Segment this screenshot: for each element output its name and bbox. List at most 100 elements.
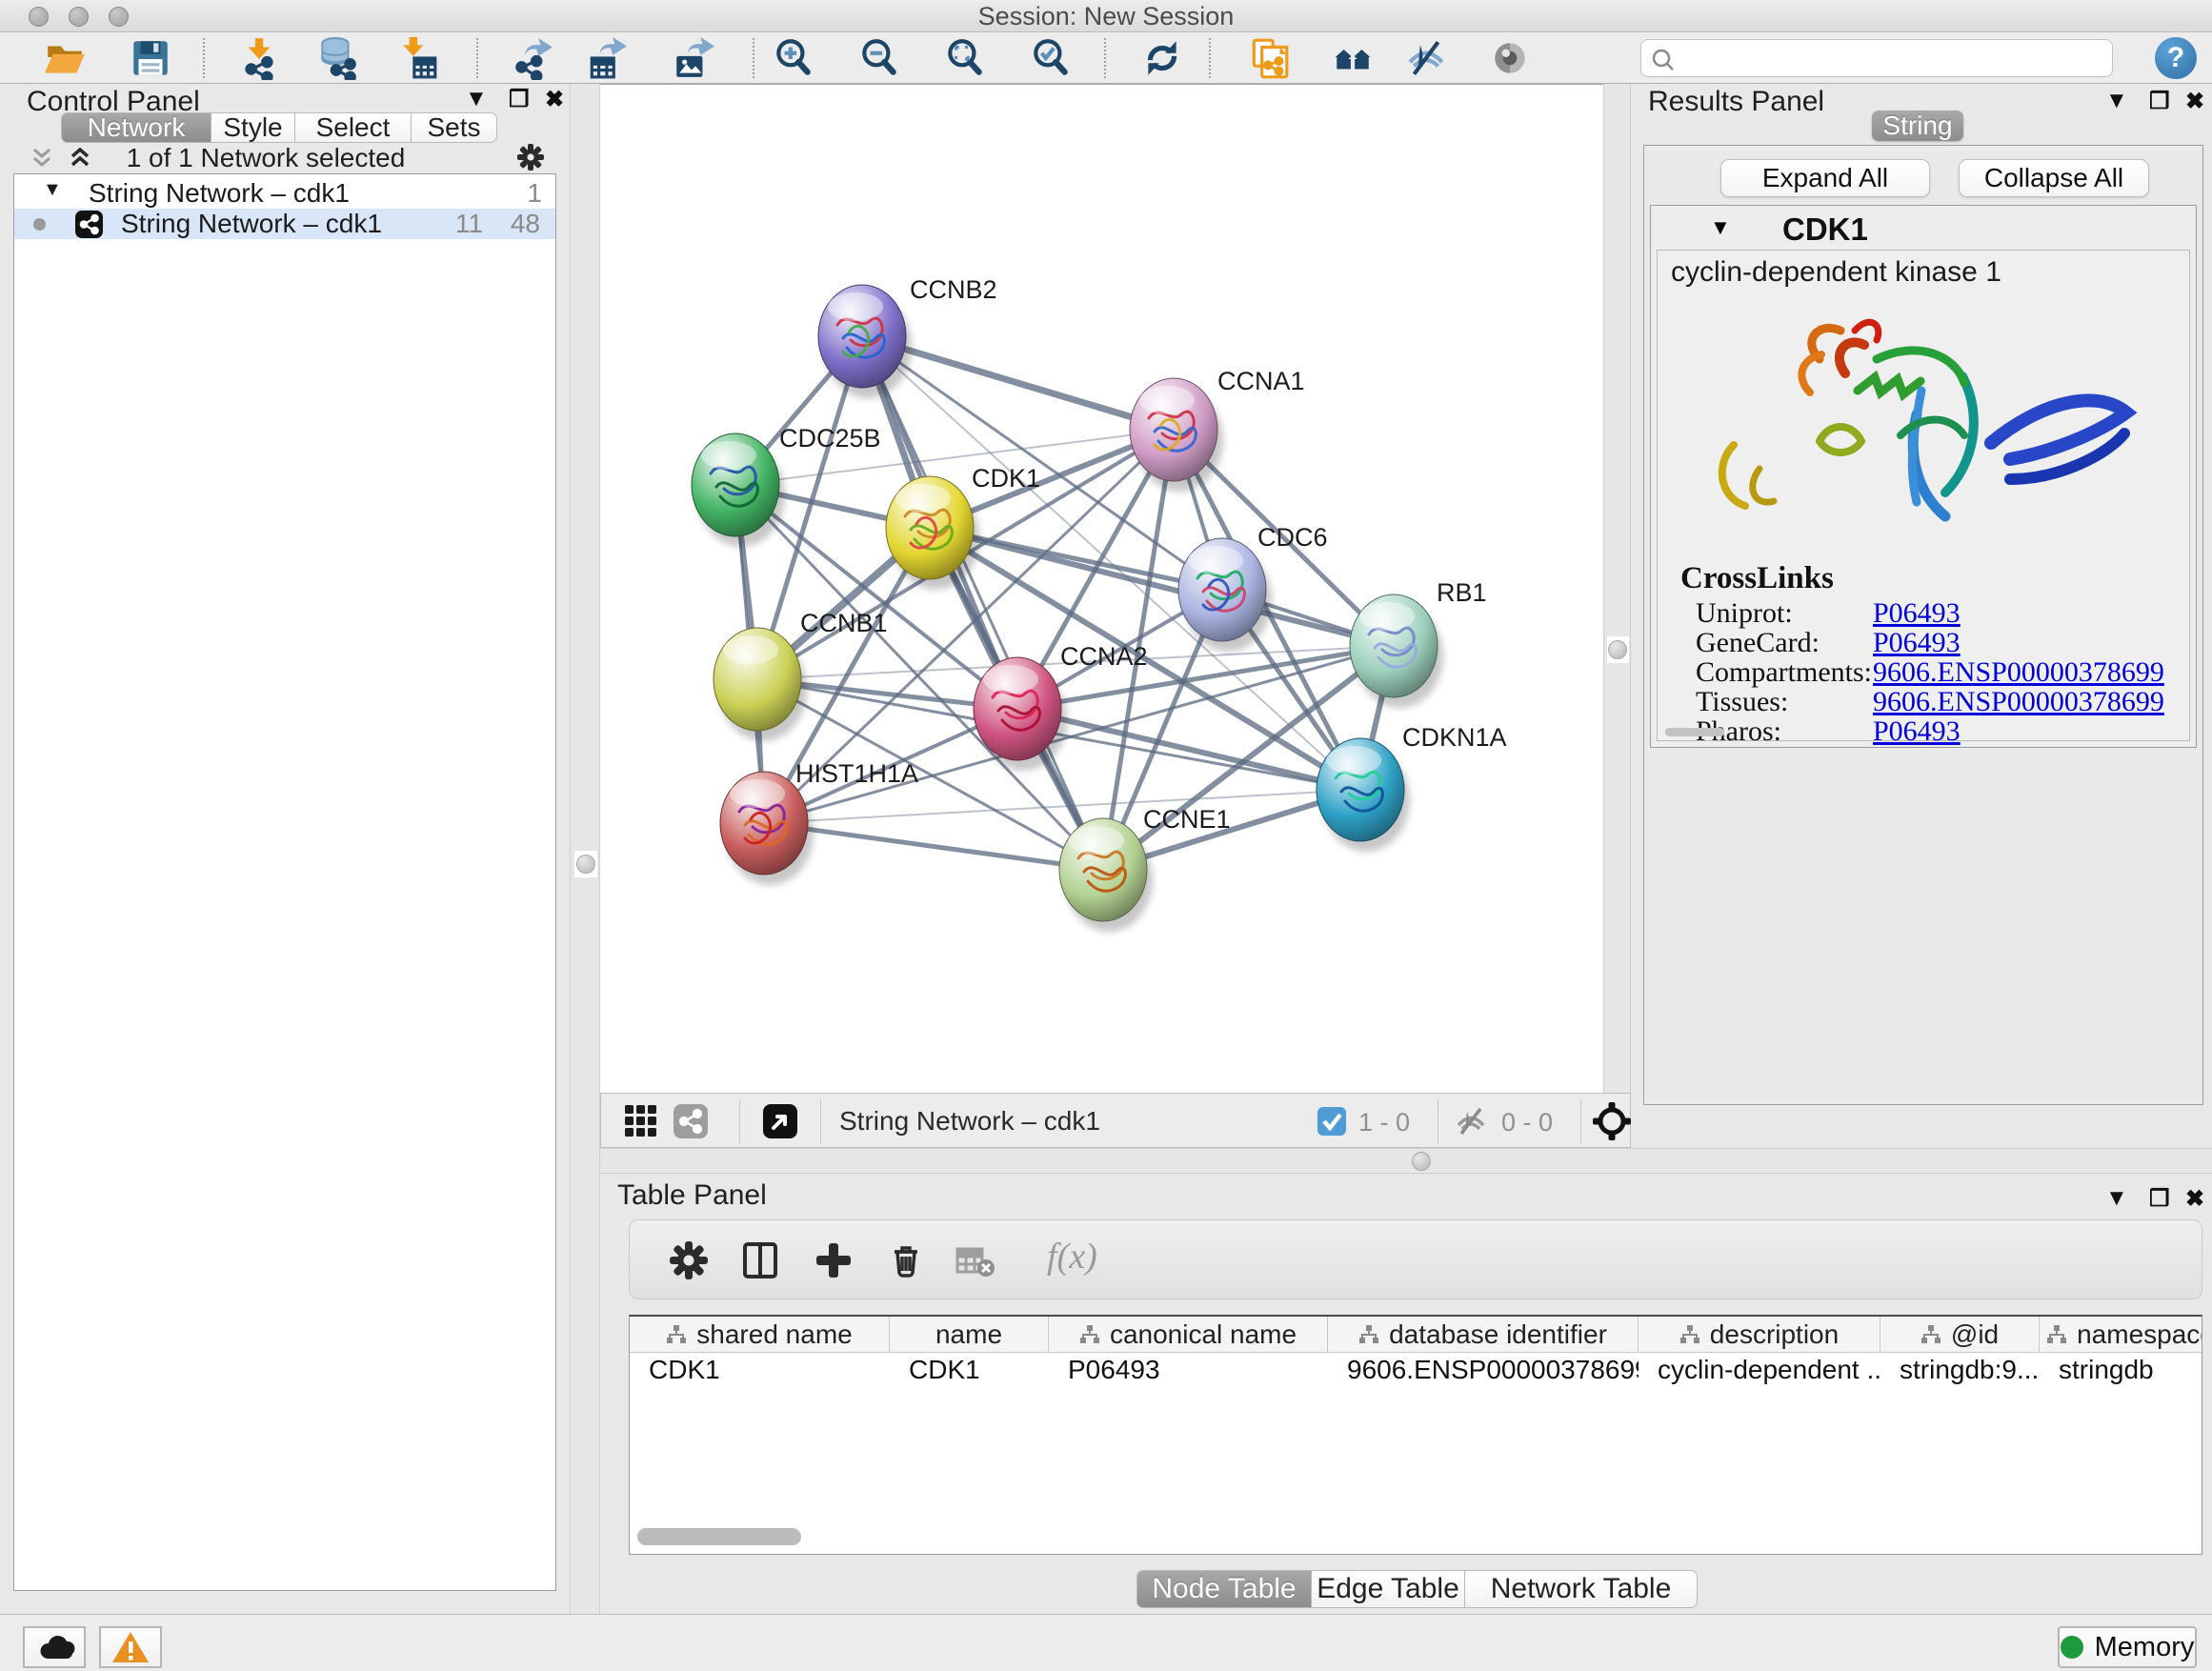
- network-collection-row[interactable]: ▼ String Network – cdk1 1: [14, 178, 555, 209]
- column-header[interactable]: name: [890, 1317, 1049, 1353]
- window-title: Session: New Session: [0, 0, 2212, 32]
- memory-button[interactable]: Memory: [2058, 1626, 2197, 1668]
- table-cell[interactable]: cyclin-dependent ...: [1639, 1353, 1880, 1387]
- right-splitter-handle[interactable]: [1608, 640, 1627, 659]
- show-columns-icon[interactable]: [739, 1239, 781, 1281]
- panel-menu-icon[interactable]: ▼: [2105, 1185, 2128, 1212]
- node-label: CCNA2: [1060, 642, 1148, 671]
- node-label: CCNB2: [910, 275, 997, 304]
- open-session-icon[interactable]: [43, 36, 87, 80]
- warning-status-button[interactable]: [99, 1626, 162, 1668]
- table-horizontal-scrollbar[interactable]: [637, 1528, 801, 1545]
- tab-network-table[interactable]: Network Table: [1465, 1570, 1698, 1608]
- tab-network[interactable]: Network: [61, 112, 211, 143]
- tab-node-table[interactable]: Node Table: [1136, 1570, 1312, 1608]
- network-graph[interactable]: CCNB2CCNA1CDC25BCDK1CDC6RB1CCNB1CCNA2CDK…: [600, 85, 1603, 1094]
- zoom-fit-icon[interactable]: [943, 36, 987, 80]
- left-splitter-handle[interactable]: [576, 855, 595, 874]
- close-panel-icon[interactable]: ✖: [545, 86, 564, 113]
- delete-table-icon: [954, 1239, 995, 1281]
- crosslink-link[interactable]: 9606.ENSP00000378699: [1873, 656, 2164, 689]
- crosslink-link[interactable]: P06493: [1873, 715, 1961, 748]
- tab-select[interactable]: Select: [295, 112, 412, 143]
- node-table: shared namenamecanonical namedatabase id…: [629, 1315, 2202, 1555]
- table-cell[interactable]: stringdb: [2040, 1353, 2202, 1387]
- tab-style[interactable]: Style: [211, 112, 295, 143]
- node-label: CDKN1A: [1402, 723, 1507, 752]
- float-panel-icon[interactable]: ❒: [2149, 88, 2170, 115]
- eye-slash-icon[interactable]: [1404, 36, 1448, 80]
- column-header[interactable]: database identifier: [1328, 1317, 1639, 1353]
- tab-edge-table[interactable]: Edge Table: [1312, 1570, 1465, 1608]
- crosslink-link[interactable]: 9606.ENSP00000378699: [1873, 686, 2164, 718]
- protein-description: cyclin-dependent kinase 1: [1671, 256, 2001, 289]
- eye-icon[interactable]: [1488, 36, 1532, 80]
- share-network-icon[interactable]: [674, 1104, 708, 1138]
- birdseye-grid-icon[interactable]: [624, 1104, 658, 1138]
- cloud-status-button[interactable]: [23, 1626, 86, 1668]
- table-splitter-handle[interactable]: [1412, 1152, 1431, 1171]
- network-selection-summary: 1 of 1 Network selected: [0, 143, 532, 173]
- add-column-icon[interactable]: [813, 1239, 855, 1281]
- selected-checkbox-icon[interactable]: [1317, 1107, 1346, 1136]
- column-header[interactable]: shared name: [630, 1317, 890, 1353]
- panel-menu-icon[interactable]: ▼: [2105, 88, 2128, 114]
- network-row-selected[interactable]: String Network – cdk1 11 48: [14, 209, 555, 239]
- pages-share-icon[interactable]: [1247, 36, 1291, 80]
- table-cell[interactable]: 9606.ENSP00000378699: [1328, 1353, 1639, 1387]
- table-splitter[interactable]: [600, 1148, 2212, 1174]
- node-label: CDC25B: [779, 424, 881, 453]
- panel-menu-icon[interactable]: ▼: [465, 86, 488, 112]
- left-splitter[interactable]: [570, 84, 600, 1614]
- open-view-icon[interactable]: [763, 1104, 797, 1138]
- crosslink-link[interactable]: P06493: [1873, 597, 1961, 630]
- zoom-selected-icon[interactable]: [1029, 36, 1073, 80]
- collapse-all-button[interactable]: Collapse All: [1959, 159, 2149, 197]
- tab-sets[interactable]: Sets: [412, 112, 497, 143]
- export-table-icon[interactable]: [586, 36, 630, 80]
- search-input[interactable]: [1683, 42, 2102, 74]
- column-header[interactable]: @id: [1880, 1317, 2040, 1353]
- table-cell[interactable]: P06493: [1049, 1353, 1328, 1387]
- table-cell[interactable]: CDK1: [890, 1353, 1049, 1387]
- table-cell[interactable]: stringdb:9...: [1880, 1353, 2040, 1387]
- close-panel-icon[interactable]: ✖: [2185, 1185, 2204, 1213]
- birdseye-toggle-crosshair-icon[interactable]: [1592, 1101, 1632, 1141]
- network-view-canvas[interactable]: CCNB2CCNA1CDC25BCDK1CDC6RB1CCNB1CCNA2CDK…: [600, 84, 1603, 1093]
- column-header[interactable]: description: [1639, 1317, 1880, 1353]
- expand-all-button[interactable]: Expand All: [1720, 159, 1930, 197]
- card-scrollbar[interactable]: [1665, 728, 1724, 736]
- close-panel-icon[interactable]: ✖: [2185, 88, 2204, 115]
- float-panel-icon[interactable]: ❒: [2149, 1185, 2170, 1213]
- network-options-gear-icon[interactable]: [516, 143, 545, 171]
- table-options-gear-icon[interactable]: [668, 1239, 710, 1281]
- crosslink-row: Pharos:P06493: [1696, 715, 2182, 745]
- node-label: CDC6: [1257, 523, 1328, 552]
- tab-string[interactable]: String: [1872, 111, 1963, 141]
- import-database-icon[interactable]: [315, 36, 359, 80]
- column-header[interactable]: namespace: [2040, 1317, 2202, 1353]
- zoom-in-icon[interactable]: [772, 36, 815, 80]
- tree-collapse-icon[interactable]: ▼: [43, 179, 62, 201]
- import-table-icon[interactable]: [395, 36, 439, 80]
- node-label: HIST1H1A: [795, 759, 918, 788]
- column-header[interactable]: canonical name: [1049, 1317, 1328, 1353]
- crosslinks-heading: CrossLinks: [1680, 561, 1834, 596]
- right-splitter[interactable]: [1603, 84, 1631, 1093]
- refresh-icon[interactable]: [1140, 36, 1184, 80]
- import-network-icon[interactable]: [237, 36, 281, 80]
- toolbar-separator: [1209, 38, 1211, 78]
- crosslink-label: Tissues:: [1696, 686, 1788, 717]
- float-panel-icon[interactable]: ❒: [509, 86, 530, 113]
- export-network-icon[interactable]: [511, 36, 554, 80]
- crosslink-link[interactable]: P06493: [1873, 627, 1961, 659]
- double-house-icon[interactable]: [1331, 36, 1375, 80]
- card-collapse-icon[interactable]: ▼: [1710, 215, 1731, 240]
- save-session-icon[interactable]: [129, 36, 172, 80]
- export-image-icon[interactable]: [672, 36, 715, 80]
- zoom-out-icon[interactable]: [857, 36, 901, 80]
- table-cell[interactable]: CDK1: [630, 1353, 890, 1387]
- delete-column-trash-icon[interactable]: [885, 1239, 927, 1281]
- table-row[interactable]: CDK1CDK1P064939606.ENSP00000378699cyclin…: [630, 1353, 2202, 1387]
- help-icon[interactable]: ?: [2155, 37, 2197, 79]
